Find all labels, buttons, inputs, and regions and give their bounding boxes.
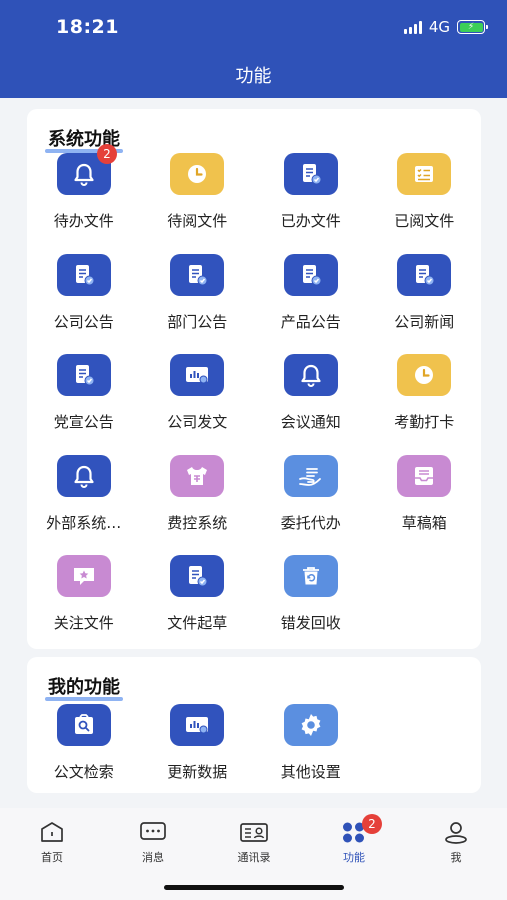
shirt-icon <box>170 454 225 497</box>
function-label: 已办文件 <box>280 212 341 230</box>
function-label: 更新数据 <box>167 763 228 781</box>
tab-home[interactable]: 首页 <box>22 820 82 865</box>
inbox-icon <box>397 454 452 497</box>
function-item[interactable]: 产品公告 <box>254 253 368 355</box>
document-check-icon <box>283 153 338 195</box>
clock-icon <box>170 153 225 195</box>
function-label: 外部系统… <box>46 513 122 532</box>
clock-icon <box>397 354 452 396</box>
function-item[interactable]: 公司发文 <box>141 354 255 455</box>
tab-apps[interactable]: 2 功能 <box>324 814 384 865</box>
function-item[interactable]: 错发回收 <box>254 555 368 656</box>
document-check-icon <box>170 555 225 597</box>
checklist-icon <box>397 153 452 195</box>
function-item[interactable]: 2 待办文件 <box>27 144 141 254</box>
function-label: 公司新闻 <box>394 312 455 331</box>
document-check-icon <box>56 253 111 296</box>
function-label: 待办文件 <box>53 212 114 230</box>
tab-label: 首页 <box>41 851 63 864</box>
tab-contacts[interactable]: 通讯录 <box>224 820 284 865</box>
my-functions-card: 我的功能 公文检索 更新数据 其他设置 <box>27 657 481 793</box>
function-item[interactable]: 公司公告 <box>27 253 141 355</box>
function-label: 待阅文件 <box>167 212 228 230</box>
function-label: 错发回收 <box>280 614 341 632</box>
notification-badge: 2 <box>97 144 117 164</box>
network-type: 4G <box>428 18 450 36</box>
document-check-icon <box>170 253 225 296</box>
function-item[interactable]: 草稿箱 <box>368 454 482 556</box>
gear-icon <box>283 704 338 746</box>
function-label: 部门公告 <box>167 312 228 331</box>
function-item[interactable]: 已办文件 <box>254 153 368 254</box>
battery-icon: ⚡ <box>457 20 488 34</box>
tab-label: 我 <box>450 851 462 864</box>
status-indicators: 4G ⚡ <box>403 18 488 36</box>
function-item[interactable]: 费控系统 <box>141 454 255 556</box>
my-functions-grid: 公文检索 更新数据 其他设置 <box>27 704 481 805</box>
function-item[interactable]: 外部系统… <box>27 454 141 556</box>
function-label: 已阅文件 <box>394 212 455 230</box>
function-item[interactable]: 部门公告 <box>141 253 255 355</box>
function-label: 草稿箱 <box>401 513 447 532</box>
status-time: 18:21 <box>56 16 119 38</box>
function-label: 公司发文 <box>167 413 228 431</box>
chart-board-icon <box>170 354 225 396</box>
function-item[interactable]: 委托代办 <box>254 454 368 556</box>
function-item[interactable]: 已阅文件 <box>368 153 482 254</box>
recycle-bin-icon <box>283 555 338 597</box>
document-check-icon <box>56 354 111 396</box>
function-item[interactable]: 公文检索 <box>27 704 141 805</box>
function-label: 党宣公告 <box>53 413 114 431</box>
document-check-icon <box>397 253 452 296</box>
function-item[interactable]: 公司新闻 <box>368 253 482 355</box>
function-item[interactable]: 会议通知 <box>254 354 368 455</box>
contacts-icon <box>224 820 284 844</box>
star-icon <box>56 555 111 597</box>
function-item[interactable]: 待阅文件 <box>141 153 255 254</box>
home-indicator <box>164 885 344 890</box>
section-title-my: 我的功能 <box>45 673 123 701</box>
header-bar: 18:21 4G ⚡ 功能 <box>0 0 507 98</box>
system-functions-grid: 2 待办文件 待阅文件 已办文件 已阅文件公司公告 部门公告 产品公告 公司新闻党宣公告 公司发… <box>27 144 482 656</box>
function-label: 委托代办 <box>280 513 341 532</box>
function-label: 公司公告 <box>53 312 114 331</box>
chart-board-icon <box>170 704 225 746</box>
function-item[interactable]: 考勤打卡 <box>368 354 482 455</box>
bell-icon <box>283 354 338 396</box>
function-label: 产品公告 <box>280 312 341 331</box>
home-icon <box>22 820 82 844</box>
tab-label: 消息 <box>142 851 164 864</box>
function-item[interactable]: 更新数据 <box>141 704 255 805</box>
function-label: 公文检索 <box>53 763 114 781</box>
function-label: 关注文件 <box>53 614 114 632</box>
function-label: 考勤打卡 <box>394 413 455 431</box>
function-item[interactable]: 党宣公告 <box>27 354 141 455</box>
notification-badge: 2 <box>362 814 382 834</box>
hand-list-icon <box>283 454 338 497</box>
tab-user[interactable]: 我 <box>426 820 486 865</box>
function-label: 文件起草 <box>167 614 228 632</box>
system-functions-card: 系统功能 2 待办文件 待阅文件 已办文件 已阅文件 公司公告 部门公告 产品公告 公司新闻 党宣… <box>27 109 481 649</box>
user-icon <box>426 820 486 844</box>
function-label: 会议通知 <box>280 413 341 431</box>
message-icon <box>123 820 183 844</box>
function-label: 费控系统 <box>167 513 228 532</box>
bell-icon <box>56 454 111 497</box>
search-doc-icon <box>56 704 111 746</box>
tab-label: 功能 <box>343 851 365 864</box>
function-item[interactable]: 关注文件 <box>27 555 141 656</box>
page-title: 功能 <box>235 66 272 87</box>
document-check-icon <box>283 253 338 296</box>
tab-message[interactable]: 消息 <box>123 820 183 865</box>
function-item[interactable]: 文件起草 <box>141 555 255 656</box>
tab-label: 通讯录 <box>237 851 271 864</box>
function-item[interactable]: 其他设置 <box>254 704 368 805</box>
signal-icon <box>403 20 422 34</box>
function-label: 其他设置 <box>280 763 341 781</box>
